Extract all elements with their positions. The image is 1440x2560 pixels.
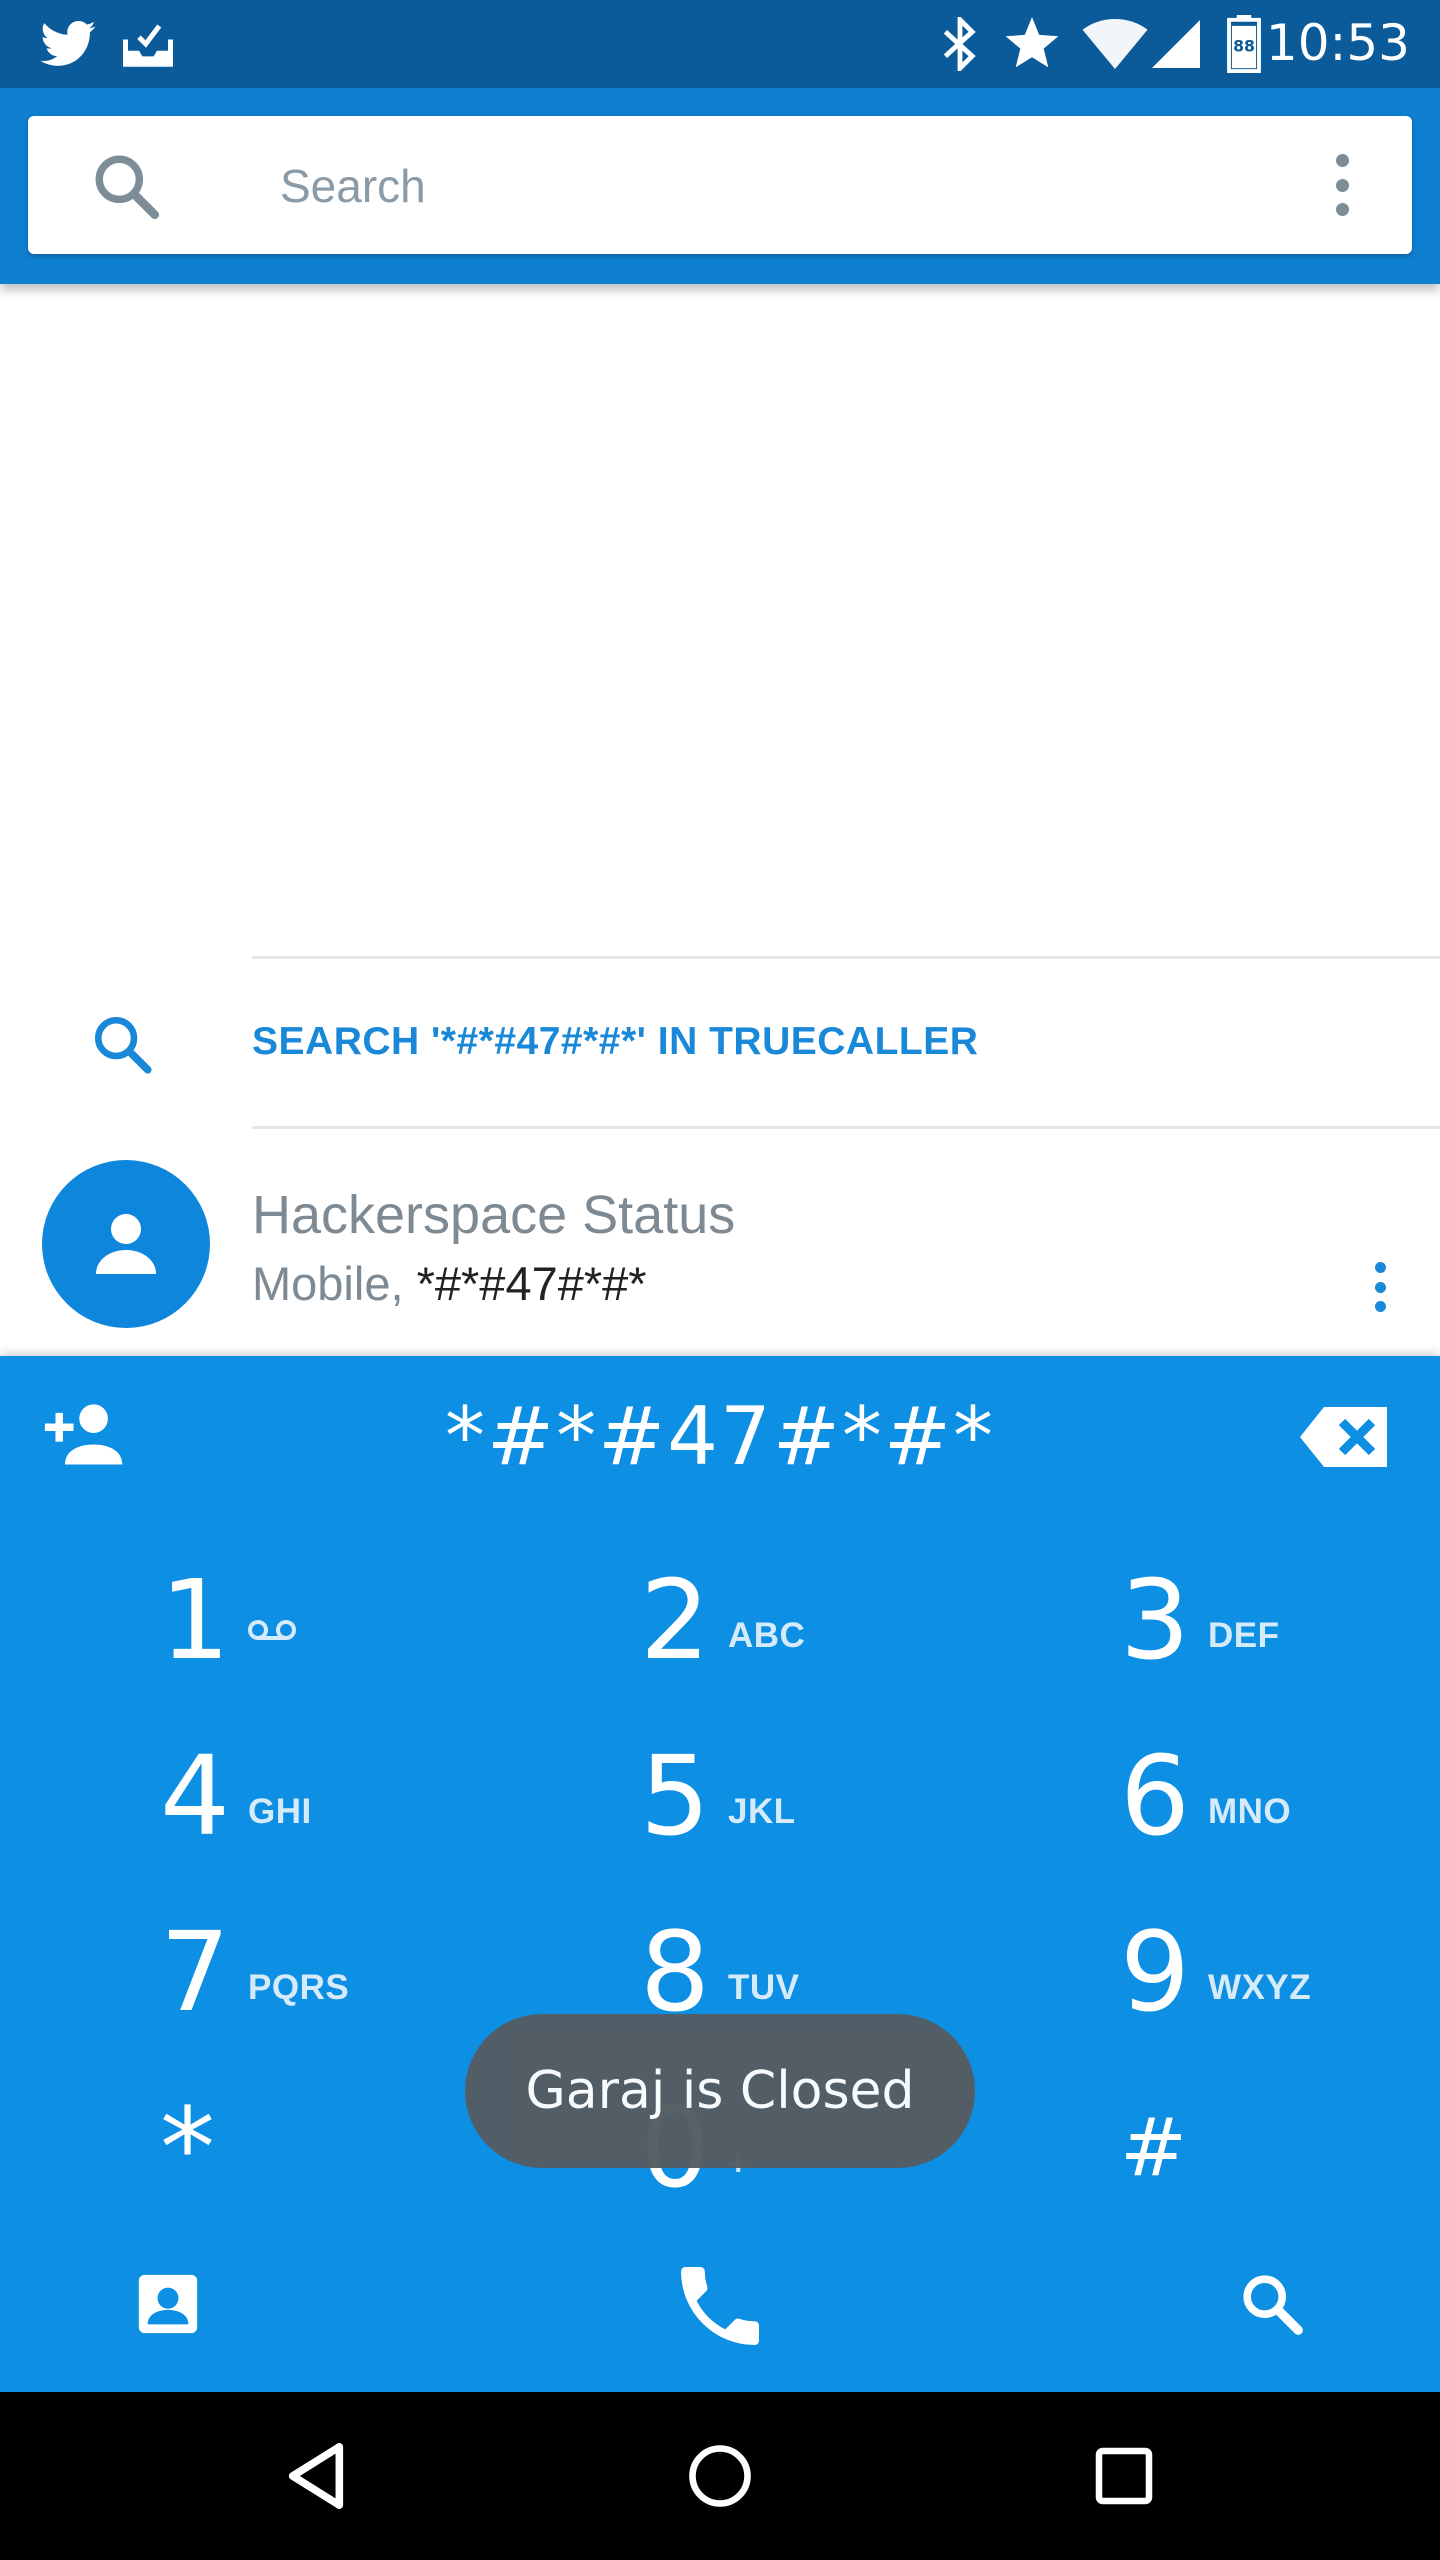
- contact-number: *#*#47#*#*: [416, 1257, 647, 1310]
- navigation-bar: [0, 2392, 1440, 2560]
- battery-icon: 88: [1222, 15, 1266, 73]
- search-icon[interactable]: [90, 150, 164, 224]
- dialed-number[interactable]: *#*#47#*#*: [320, 1390, 1120, 1483]
- key-4[interactable]: 4 GHI: [160, 1726, 540, 1866]
- truecaller-search-row[interactable]: SEARCH '*#*#47#*#*' IN TRUECALLER: [0, 960, 1440, 1130]
- truecaller-search-label: SEARCH '*#*#47#*#*' IN TRUECALLER: [252, 1020, 979, 1063]
- search-box[interactable]: [28, 116, 1412, 254]
- app-bar: [0, 88, 1440, 284]
- dialpad-header: *#*#47#*#*: [0, 1356, 1440, 1526]
- divider: [252, 1126, 1440, 1129]
- svg-text:88: 88: [1233, 36, 1255, 55]
- contact-overflow-icon[interactable]: [1370, 1262, 1390, 1312]
- contact-detail: Mobile, *#*#47#*#*: [252, 1256, 647, 1311]
- person-icon: [96, 1214, 156, 1274]
- contact-phone-type: Mobile,: [252, 1257, 417, 1310]
- search-input[interactable]: [280, 146, 1280, 226]
- cell-signal-icon: [1150, 16, 1202, 72]
- search-icon[interactable]: [1228, 2260, 1316, 2348]
- inbox-icon: [118, 16, 178, 72]
- key-hash[interactable]: #: [1120, 2078, 1440, 2218]
- key-9[interactable]: 9 WXYZ: [1120, 1902, 1440, 2042]
- voicemail-icon: [248, 1602, 296, 1662]
- clock: 10:53: [1265, 14, 1410, 72]
- dialpad: *#*#47#*#* 1 2 ABC 3 DEF 4 GHI 5 JKL 6 M…: [0, 1356, 1440, 2392]
- key-3[interactable]: 3 DEF: [1120, 1550, 1440, 1690]
- phone-icon: [681, 2267, 759, 2345]
- bluetooth-icon: [938, 16, 982, 72]
- key-2[interactable]: 2 ABC: [640, 1550, 1020, 1690]
- key-7[interactable]: 7 PQRS: [160, 1902, 540, 2042]
- add-contact-icon[interactable]: [42, 1400, 128, 1476]
- recents-icon[interactable]: [1082, 2434, 1166, 2518]
- backspace-icon[interactable]: [1300, 1404, 1390, 1470]
- call-button[interactable]: [664, 2250, 776, 2362]
- contact-name: Hackerspace Status: [252, 1185, 736, 1245]
- back-icon[interactable]: [274, 2434, 358, 2518]
- divider: [252, 956, 1440, 959]
- key-6[interactable]: 6 MNO: [1120, 1726, 1440, 1866]
- overflow-menu-icon[interactable]: [1332, 154, 1352, 216]
- search-icon: [90, 1012, 156, 1078]
- toast-message: Garaj is Closed: [465, 2014, 975, 2168]
- status-bar: 88 10:53: [0, 0, 1440, 88]
- contact-result[interactable]: Hackerspace Status Mobile, *#*#47#*#*: [0, 1132, 1440, 1352]
- contacts-icon[interactable]: [124, 2260, 212, 2348]
- twitter-icon: [38, 16, 98, 72]
- wifi-icon: [1080, 16, 1150, 72]
- home-icon[interactable]: [678, 2434, 762, 2518]
- key-5[interactable]: 5 JKL: [640, 1726, 1020, 1866]
- avatar: [42, 1160, 210, 1328]
- key-1[interactable]: 1: [160, 1550, 540, 1690]
- star-icon: [1000, 16, 1064, 72]
